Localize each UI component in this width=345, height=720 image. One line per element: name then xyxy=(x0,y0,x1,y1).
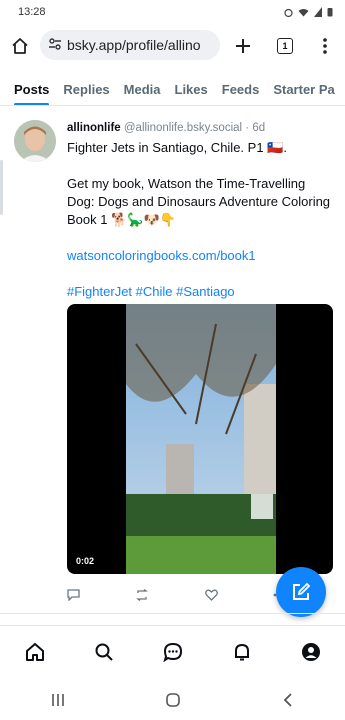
compose-icon xyxy=(293,582,311,600)
post-line-1: Fighter Jets in Santiago, Chile. P1 🇨🇱. xyxy=(67,140,287,155)
post-header: allinonlife @allinonlife.bsky.social · 6… xyxy=(67,122,265,134)
status-bar: 13:28 xyxy=(0,0,345,24)
back-icon[interactable] xyxy=(273,685,303,715)
search-icon[interactable] xyxy=(88,636,120,668)
status-time: 13:28 xyxy=(18,6,46,18)
post-line-2: Get my book, Watson the Time-Travelling … xyxy=(67,176,331,227)
avatar[interactable] xyxy=(14,120,56,162)
recents-icon[interactable] xyxy=(43,685,73,715)
browser-toolbar: bsky.app/profile/allino 1 xyxy=(0,24,345,68)
tab-feeds[interactable]: Feeds xyxy=(222,72,260,105)
tab-media[interactable]: Media xyxy=(124,72,161,105)
profile-icon[interactable] xyxy=(295,636,327,668)
signal-icon xyxy=(314,7,322,17)
url-bar[interactable]: bsky.app/profile/allino xyxy=(40,30,220,60)
chat-icon[interactable] xyxy=(157,636,189,668)
video-player[interactable]: 0:02 xyxy=(67,304,333,574)
display-name[interactable]: allinonlife xyxy=(67,122,121,134)
profile-tabs: Posts Replies Media Likes Feeds Starter … xyxy=(0,72,345,106)
wifi-icon xyxy=(298,8,309,16)
book-link[interactable]: watsoncoloringbooks.com/book1 xyxy=(67,247,332,265)
tab-posts[interactable]: Posts xyxy=(14,72,50,105)
compose-button[interactable] xyxy=(276,567,326,617)
reply-icon[interactable] xyxy=(67,589,80,601)
post-card[interactable]: allinonlife @allinonlife.bsky.social · 6… xyxy=(0,106,345,611)
android-nav-bar xyxy=(0,680,345,720)
battery-icon xyxy=(327,8,333,17)
bottom-nav xyxy=(0,625,345,677)
home-icon[interactable] xyxy=(19,636,51,668)
hashtags[interactable]: #FighterJet #Chile #Santiago xyxy=(67,283,332,301)
video-frame xyxy=(126,304,276,574)
url-text: bsky.app/profile/allino xyxy=(67,37,201,53)
post-actions xyxy=(67,586,287,604)
add-tab-icon[interactable] xyxy=(229,32,257,60)
tab-starter-packs[interactable]: Starter Pa xyxy=(273,72,334,105)
divider xyxy=(0,613,345,614)
more-icon[interactable] xyxy=(311,32,339,60)
status-icons xyxy=(284,7,333,18)
repost-icon[interactable] xyxy=(135,589,149,601)
tab-replies[interactable]: Replies xyxy=(63,72,109,105)
like-icon[interactable] xyxy=(204,589,218,601)
site-settings-icon[interactable] xyxy=(48,37,62,54)
alarm-icon xyxy=(284,8,293,17)
tab-count: 1 xyxy=(277,38,293,54)
home-icon[interactable] xyxy=(6,32,34,60)
tab-likes[interactable]: Likes xyxy=(175,72,208,105)
post-text: Fighter Jets in Santiago, Chile. P1 🇨🇱. … xyxy=(67,139,332,301)
tabs-button[interactable]: 1 xyxy=(271,32,299,60)
post-age: · 6d xyxy=(245,122,266,134)
bell-icon[interactable] xyxy=(226,636,258,668)
home-button-icon[interactable] xyxy=(158,685,188,715)
video-time: 0:02 xyxy=(76,556,95,566)
handle[interactable]: @allinonlife.bsky.social xyxy=(124,122,242,134)
